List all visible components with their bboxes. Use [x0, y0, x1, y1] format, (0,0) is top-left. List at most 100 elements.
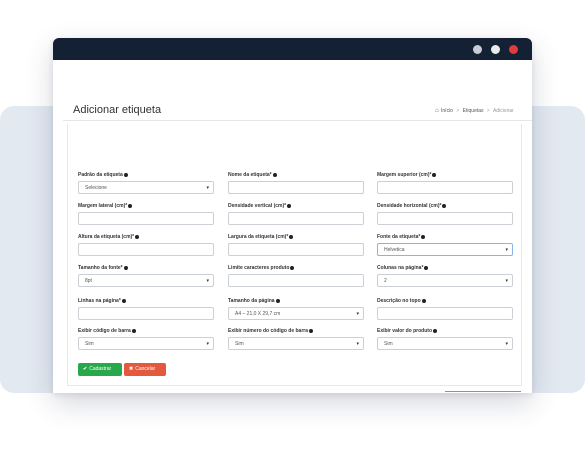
input-descricao-no-topo[interactable] [377, 307, 513, 320]
breadcrumb-current: Adicionar [492, 108, 514, 114]
input-altura-da-etiqueta-cm[interactable] [78, 243, 214, 256]
check-icon: ✔ [83, 366, 88, 372]
chevron-down-icon: ▾ [505, 278, 508, 284]
select-fonte-da-etiqueta[interactable]: Helvetica ▾ [377, 243, 513, 256]
info-icon [421, 234, 426, 239]
select-padrao-da-etiqueta[interactable]: Selecione ▾ [78, 181, 214, 194]
select-tamanho-da-fonte[interactable]: 8pt ▾ [78, 274, 214, 287]
breadcrumb-home[interactable]: Início [441, 108, 453, 114]
input-nome-da-etiqueta[interactable] [228, 181, 364, 194]
field-label-text: Tamanho da página [228, 298, 275, 304]
field-value: Helvetica [384, 247, 405, 253]
field-label: Margem lateral (cm)* [78, 203, 216, 210]
field-label-text: Exibir valor do produto [377, 328, 433, 334]
input-linhas-na-pagina[interactable] [78, 307, 214, 320]
info-icon [433, 328, 438, 333]
chevron-down-icon: ▾ [206, 341, 209, 347]
field-label: Densidade horizontal (cm)* [377, 203, 515, 210]
field-limite-caracteres-produto: Limite caracteres produto [228, 265, 366, 287]
field-label-text: Linhas na página* [78, 298, 121, 304]
field-label-text: Exibir código de barra [78, 328, 131, 334]
info-icon [289, 234, 294, 239]
info-icon [123, 265, 128, 270]
info-icon [272, 172, 277, 177]
window-titlebar [53, 38, 532, 60]
select-exibir-codigo-de-barra[interactable]: Sim ▾ [78, 337, 214, 350]
field-label: Exibir valor do produto [377, 328, 515, 335]
breadcrumb-separator: > [456, 108, 460, 114]
field-label-text: Fonte da etiqueta* [377, 234, 421, 240]
field-label-text: Exibir número do código de barra [228, 328, 309, 334]
page-title: Adicionar etiqueta [73, 104, 162, 116]
info-icon [131, 328, 136, 333]
input-densidade-vertical-cm[interactable] [228, 212, 364, 225]
field-exibir-numero-do-codigo-de-barra: Exibir número do código de barra Sim ▾ [228, 328, 366, 350]
input-margem-superior-cm[interactable] [377, 181, 513, 194]
field-label: Nome da etiqueta* [228, 172, 366, 179]
divider [445, 391, 521, 392]
select-exibir-valor-do-produto[interactable]: Sim ▾ [377, 337, 513, 350]
field-label: Densidade vertical (cm)* [228, 203, 366, 210]
chevron-down-icon: ▾ [505, 247, 508, 253]
field-value: Sim [85, 341, 94, 347]
field-largura-da-etiqueta-cm: Largura da etiqueta (cm)* [228, 234, 366, 256]
info-icon [135, 234, 140, 239]
save-button[interactable]: ✔ Cadastrar [78, 363, 122, 376]
info-icon [121, 298, 126, 303]
info-icon [287, 203, 292, 208]
field-label: Descrição no topo [377, 298, 515, 305]
field-tamanho-da-pagina: Tamanho da página A4 – 21,0 X 29,7 cm ▾ [228, 298, 366, 320]
breadcrumb-separator: > [486, 108, 490, 114]
info-icon [128, 203, 133, 208]
field-margem-superior-cm: Margem superior (cm)* [377, 172, 515, 194]
field-exibir-valor-do-produto: Exibir valor do produto Sim ▾ [377, 328, 515, 350]
field-label-text: Descrição no topo [377, 298, 421, 304]
field-label: Margem superior (cm)* [377, 172, 515, 179]
window-dot-light[interactable] [491, 45, 500, 54]
field-nome-da-etiqueta: Nome da etiqueta* [228, 172, 366, 194]
field-label-text: Densidade vertical (cm)* [228, 203, 287, 209]
field-padrao-da-etiqueta: Padrão da etiqueta Selecione ▾ [78, 172, 216, 194]
form-card: ✔ Cadastrar ✖ Cancelar Padrão da etiqueta S… [67, 124, 522, 386]
window-dot-red[interactable] [509, 45, 518, 54]
chevron-down-icon: ▾ [206, 185, 209, 191]
info-icon [275, 298, 280, 303]
chevron-down-icon: ▾ [356, 311, 359, 317]
field-label: Tamanho da fonte* [78, 265, 216, 272]
field-descricao-no-topo: Descrição no topo [377, 298, 515, 320]
breadcrumb: ⌂ Início > Etiquetas > Adicionar [435, 108, 532, 114]
field-label-text: Tamanho da fonte* [78, 265, 123, 271]
select-colunas-na-pagina[interactable]: 2 ▾ [377, 274, 513, 287]
select-exibir-numero-do-codigo-de-barra[interactable]: Sim ▾ [228, 337, 364, 350]
input-largura-da-etiqueta-cm[interactable] [228, 243, 364, 256]
input-margem-lateral-cm[interactable] [78, 212, 214, 225]
breadcrumb-section[interactable]: Etiquetas [463, 108, 484, 114]
info-icon [442, 203, 447, 208]
field-colunas-na-pagina: Colunas na página* 2 ▾ [377, 265, 515, 287]
select-tamanho-da-pagina[interactable]: A4 – 21,0 X 29,7 cm ▾ [228, 307, 364, 320]
field-fonte-da-etiqueta: Fonte da etiqueta* Helvetica ▾ [377, 234, 515, 256]
field-label: Exibir código de barra [78, 328, 216, 335]
input-densidade-horizontal-cm[interactable] [377, 212, 513, 225]
chevron-down-icon: ▾ [505, 341, 508, 347]
window-dot-gray[interactable] [473, 45, 482, 54]
field-label-text: Densidade horizontal (cm)* [377, 203, 442, 209]
input-limite-caracteres-produto[interactable] [228, 274, 364, 287]
field-densidade-vertical-cm: Densidade vertical (cm)* [228, 203, 366, 225]
cancel-button[interactable]: ✖ Cancelar [124, 363, 166, 376]
info-icon [123, 172, 128, 177]
home-icon: ⌂ [435, 108, 439, 114]
field-label-text: Limite caracteres produto [228, 265, 290, 271]
field-value: 2 [384, 278, 387, 284]
field-margem-lateral-cm: Margem lateral (cm)* [78, 203, 216, 225]
close-icon: ✖ [129, 366, 134, 372]
field-label: Exibir número do código de barra [228, 328, 366, 335]
field-label: Limite caracteres produto [228, 265, 366, 272]
field-label-text: Margem superior (cm)* [377, 172, 432, 178]
field-value: Sim [384, 341, 393, 347]
field-label-text: Padrão da etiqueta [78, 172, 123, 178]
field-label-text: Margem lateral (cm)* [78, 203, 128, 209]
field-label: Tamanho da página [228, 298, 366, 305]
field-exibir-codigo-de-barra: Exibir código de barra Sim ▾ [78, 328, 216, 350]
cancel-button-label: Cancelar [135, 366, 156, 372]
